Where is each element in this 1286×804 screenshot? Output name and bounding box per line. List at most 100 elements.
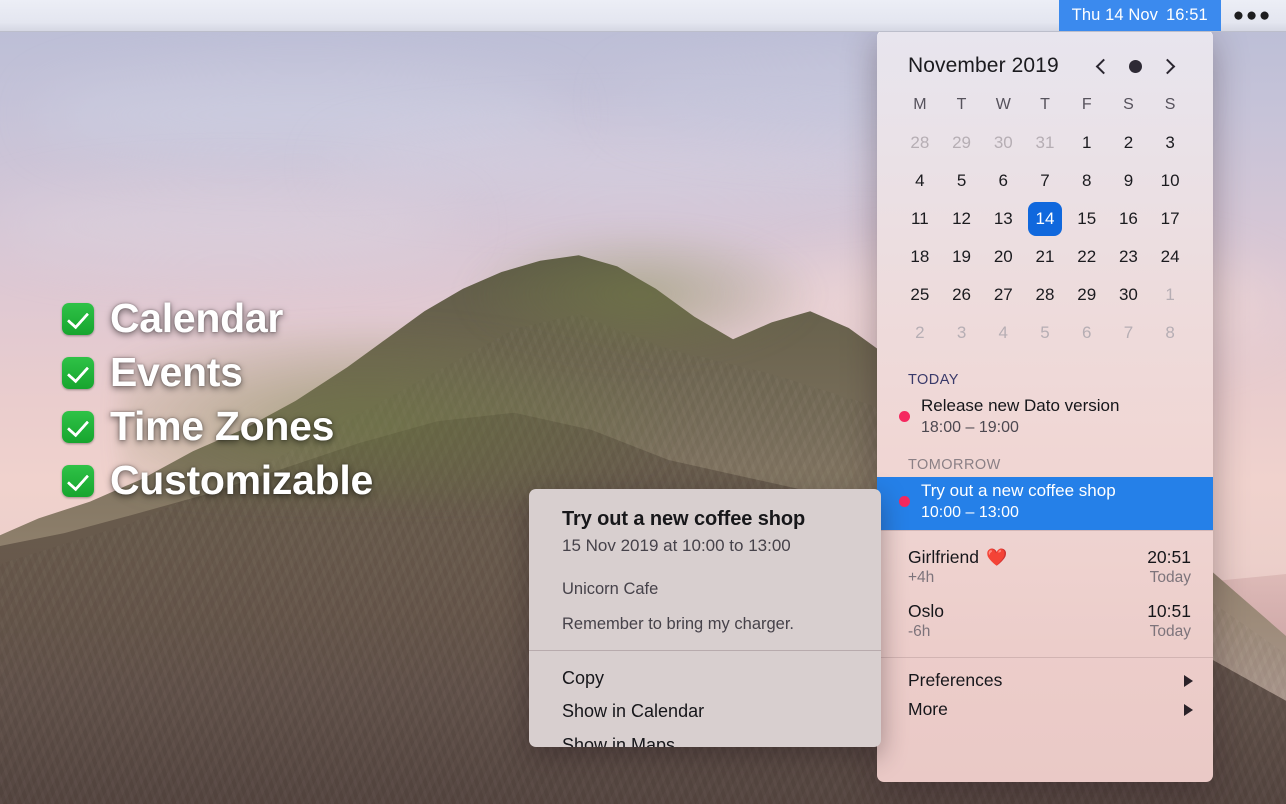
grass-patch [430, 214, 850, 374]
feature-label: Customizable [110, 458, 373, 504]
calendar-day-number: 11 [911, 209, 929, 228]
calendar-day[interactable]: 4 [899, 162, 941, 200]
calendar-day[interactable]: 2 [1108, 124, 1150, 162]
cloud-band [330, 130, 950, 200]
calendar-day[interactable]: 28 [899, 124, 941, 162]
calendar-day[interactable]: 8 [1066, 162, 1108, 200]
triangle-right-icon [1184, 704, 1193, 716]
event-title: Try out a new coffee shop [921, 480, 1116, 502]
calendar-day[interactable]: 30 [982, 124, 1024, 162]
calendar-day[interactable]: 10 [1149, 162, 1191, 200]
calendar-day[interactable]: 31 [1024, 124, 1066, 162]
calendar-day-number: 1 [1082, 133, 1091, 152]
calendar-day-number: 4 [915, 171, 924, 190]
calendar-day[interactable]: 26 [941, 276, 983, 314]
calendar-day-number: 13 [994, 209, 1013, 228]
context-menu-action[interactable]: Show in Calendar [529, 695, 881, 728]
timezone-day: Today [1147, 623, 1191, 641]
calendar-day-number: 5 [957, 171, 966, 190]
calendar-day[interactable]: 17 [1149, 200, 1191, 238]
calendar-day[interactable]: 8 [1149, 314, 1191, 352]
event-row[interactable]: Release new Dato version18:00 – 19:00 [877, 392, 1213, 445]
weekday-header-row: MTWTFSS [899, 90, 1191, 124]
calendar-day-number: 24 [1161, 247, 1180, 266]
calendar-day[interactable]: 6 [1066, 314, 1108, 352]
calendar-day[interactable]: 27 [982, 276, 1024, 314]
calendar-day[interactable]: 28 [1024, 276, 1066, 314]
calendar-day-number: 18 [910, 247, 929, 266]
calendar-day[interactable]: 11 [899, 200, 941, 238]
timezone-right: 20:51Today [1147, 547, 1191, 587]
timezone-list: Girlfriend❤️+4h 20:51Today Oslo-6h10:51Tod… [877, 531, 1213, 657]
heart-icon: ❤️ [986, 549, 1007, 566]
weekday-label: W [982, 90, 1024, 124]
calendar-day[interactable]: 5 [941, 162, 983, 200]
timezone-row[interactable]: Girlfriend❤️+4h 20:51Today [877, 541, 1213, 595]
event-row-selected[interactable]: Try out a new coffee shop10:00 – 13:00 [877, 477, 1213, 530]
calendar-day[interactable]: 7 [1024, 162, 1066, 200]
feature-item: Calendar [62, 296, 373, 342]
circle-dot-icon[interactable] [1129, 60, 1142, 73]
calendar-day[interactable]: 22 [1066, 238, 1108, 276]
calendar-week-row: 282930 31 1 23 [899, 124, 1191, 162]
calendar-day-number: 30 [1119, 285, 1138, 304]
calendar-day[interactable]: 12 [941, 200, 983, 238]
calendar-day-number: 19 [952, 247, 971, 266]
event-details: Try out a new coffee shop 15 Nov 2019 at… [529, 489, 881, 650]
calendar-day[interactable]: 30 [1108, 276, 1150, 314]
calendar-day[interactable]: 3 [1149, 124, 1191, 162]
calendar-day[interactable]: 3 [941, 314, 983, 352]
event-color-dot [899, 496, 910, 507]
calendar-day-number: 2 [915, 323, 924, 342]
calendar-day[interactable]: 6 [982, 162, 1024, 200]
calendar-day-number: 23 [1119, 247, 1138, 266]
timezone-left: Oslo-6h [908, 601, 944, 641]
check-square-icon [62, 465, 94, 497]
menu-item-label: More [908, 699, 948, 720]
timezone-name-wrap: Girlfriend❤️ [908, 547, 1007, 568]
calendar-day-number: 31 [1036, 133, 1055, 152]
calendar-day[interactable]: 20 [982, 238, 1024, 276]
calendar-day[interactable]: 29 [1066, 276, 1108, 314]
feature-item: Customizable [62, 458, 373, 504]
calendar-day[interactable]: 1 [1066, 124, 1108, 162]
calendar-day-number: 16 [1119, 209, 1138, 228]
chevron-left-icon[interactable] [1096, 58, 1112, 74]
timezone-row[interactable]: Oslo-6h10:51Today [877, 595, 1213, 649]
ellipsis-icon[interactable]: ●●● [1221, 0, 1286, 31]
calendar-day[interactable]: 24 [1149, 238, 1191, 276]
feature-item: Time Zones [62, 404, 373, 450]
calendar-day-number: 3 [957, 323, 966, 342]
panel-footer-menu: Preferences More [877, 658, 1213, 734]
calendar-day[interactable]: 16 [1108, 200, 1150, 238]
calendar-day[interactable]: 29 [941, 124, 983, 162]
month-header: November 2019 [877, 30, 1213, 88]
context-menu-action[interactable]: Show in Maps [529, 729, 881, 747]
events-section-label: TOMORROW [877, 445, 1213, 477]
calendar-day[interactable]: 18 [899, 238, 941, 276]
calendar-day[interactable]: 21 [1024, 238, 1066, 276]
timezone-left: Girlfriend❤️+4h [908, 547, 1007, 587]
calendar-day-today[interactable]: 14 [1024, 200, 1066, 238]
calendar-day[interactable]: 13 [982, 200, 1024, 238]
menubar-clock[interactable]: Thu 14 Nov 16:51 [1059, 0, 1221, 31]
calendar-day[interactable]: 2 [899, 314, 941, 352]
calendar-day-number: 15 [1077, 209, 1096, 228]
menu-item-more[interactable]: More [877, 695, 1213, 724]
calendar-day[interactable]: 9 [1108, 162, 1150, 200]
calendar-day[interactable]: 15 [1066, 200, 1108, 238]
calendar-day[interactable]: 23 [1108, 238, 1150, 276]
calendar-day[interactable]: 19 [941, 238, 983, 276]
context-menu-action[interactable]: Copy [529, 662, 881, 695]
calendar-day-number: 2 [1124, 133, 1133, 152]
menu-item-preferences[interactable]: Preferences [877, 666, 1213, 695]
check-square-icon [62, 303, 94, 335]
calendar-day-number: 6 [999, 171, 1008, 190]
calendar-day[interactable]: 4 [982, 314, 1024, 352]
calendar-day[interactable]: 1 [1149, 276, 1191, 314]
calendar-day[interactable]: 5 [1024, 314, 1066, 352]
calendar-day-number: 17 [1161, 209, 1180, 228]
chevron-right-icon[interactable] [1160, 58, 1176, 74]
calendar-day[interactable]: 7 [1108, 314, 1150, 352]
calendar-day[interactable]: 25 [899, 276, 941, 314]
